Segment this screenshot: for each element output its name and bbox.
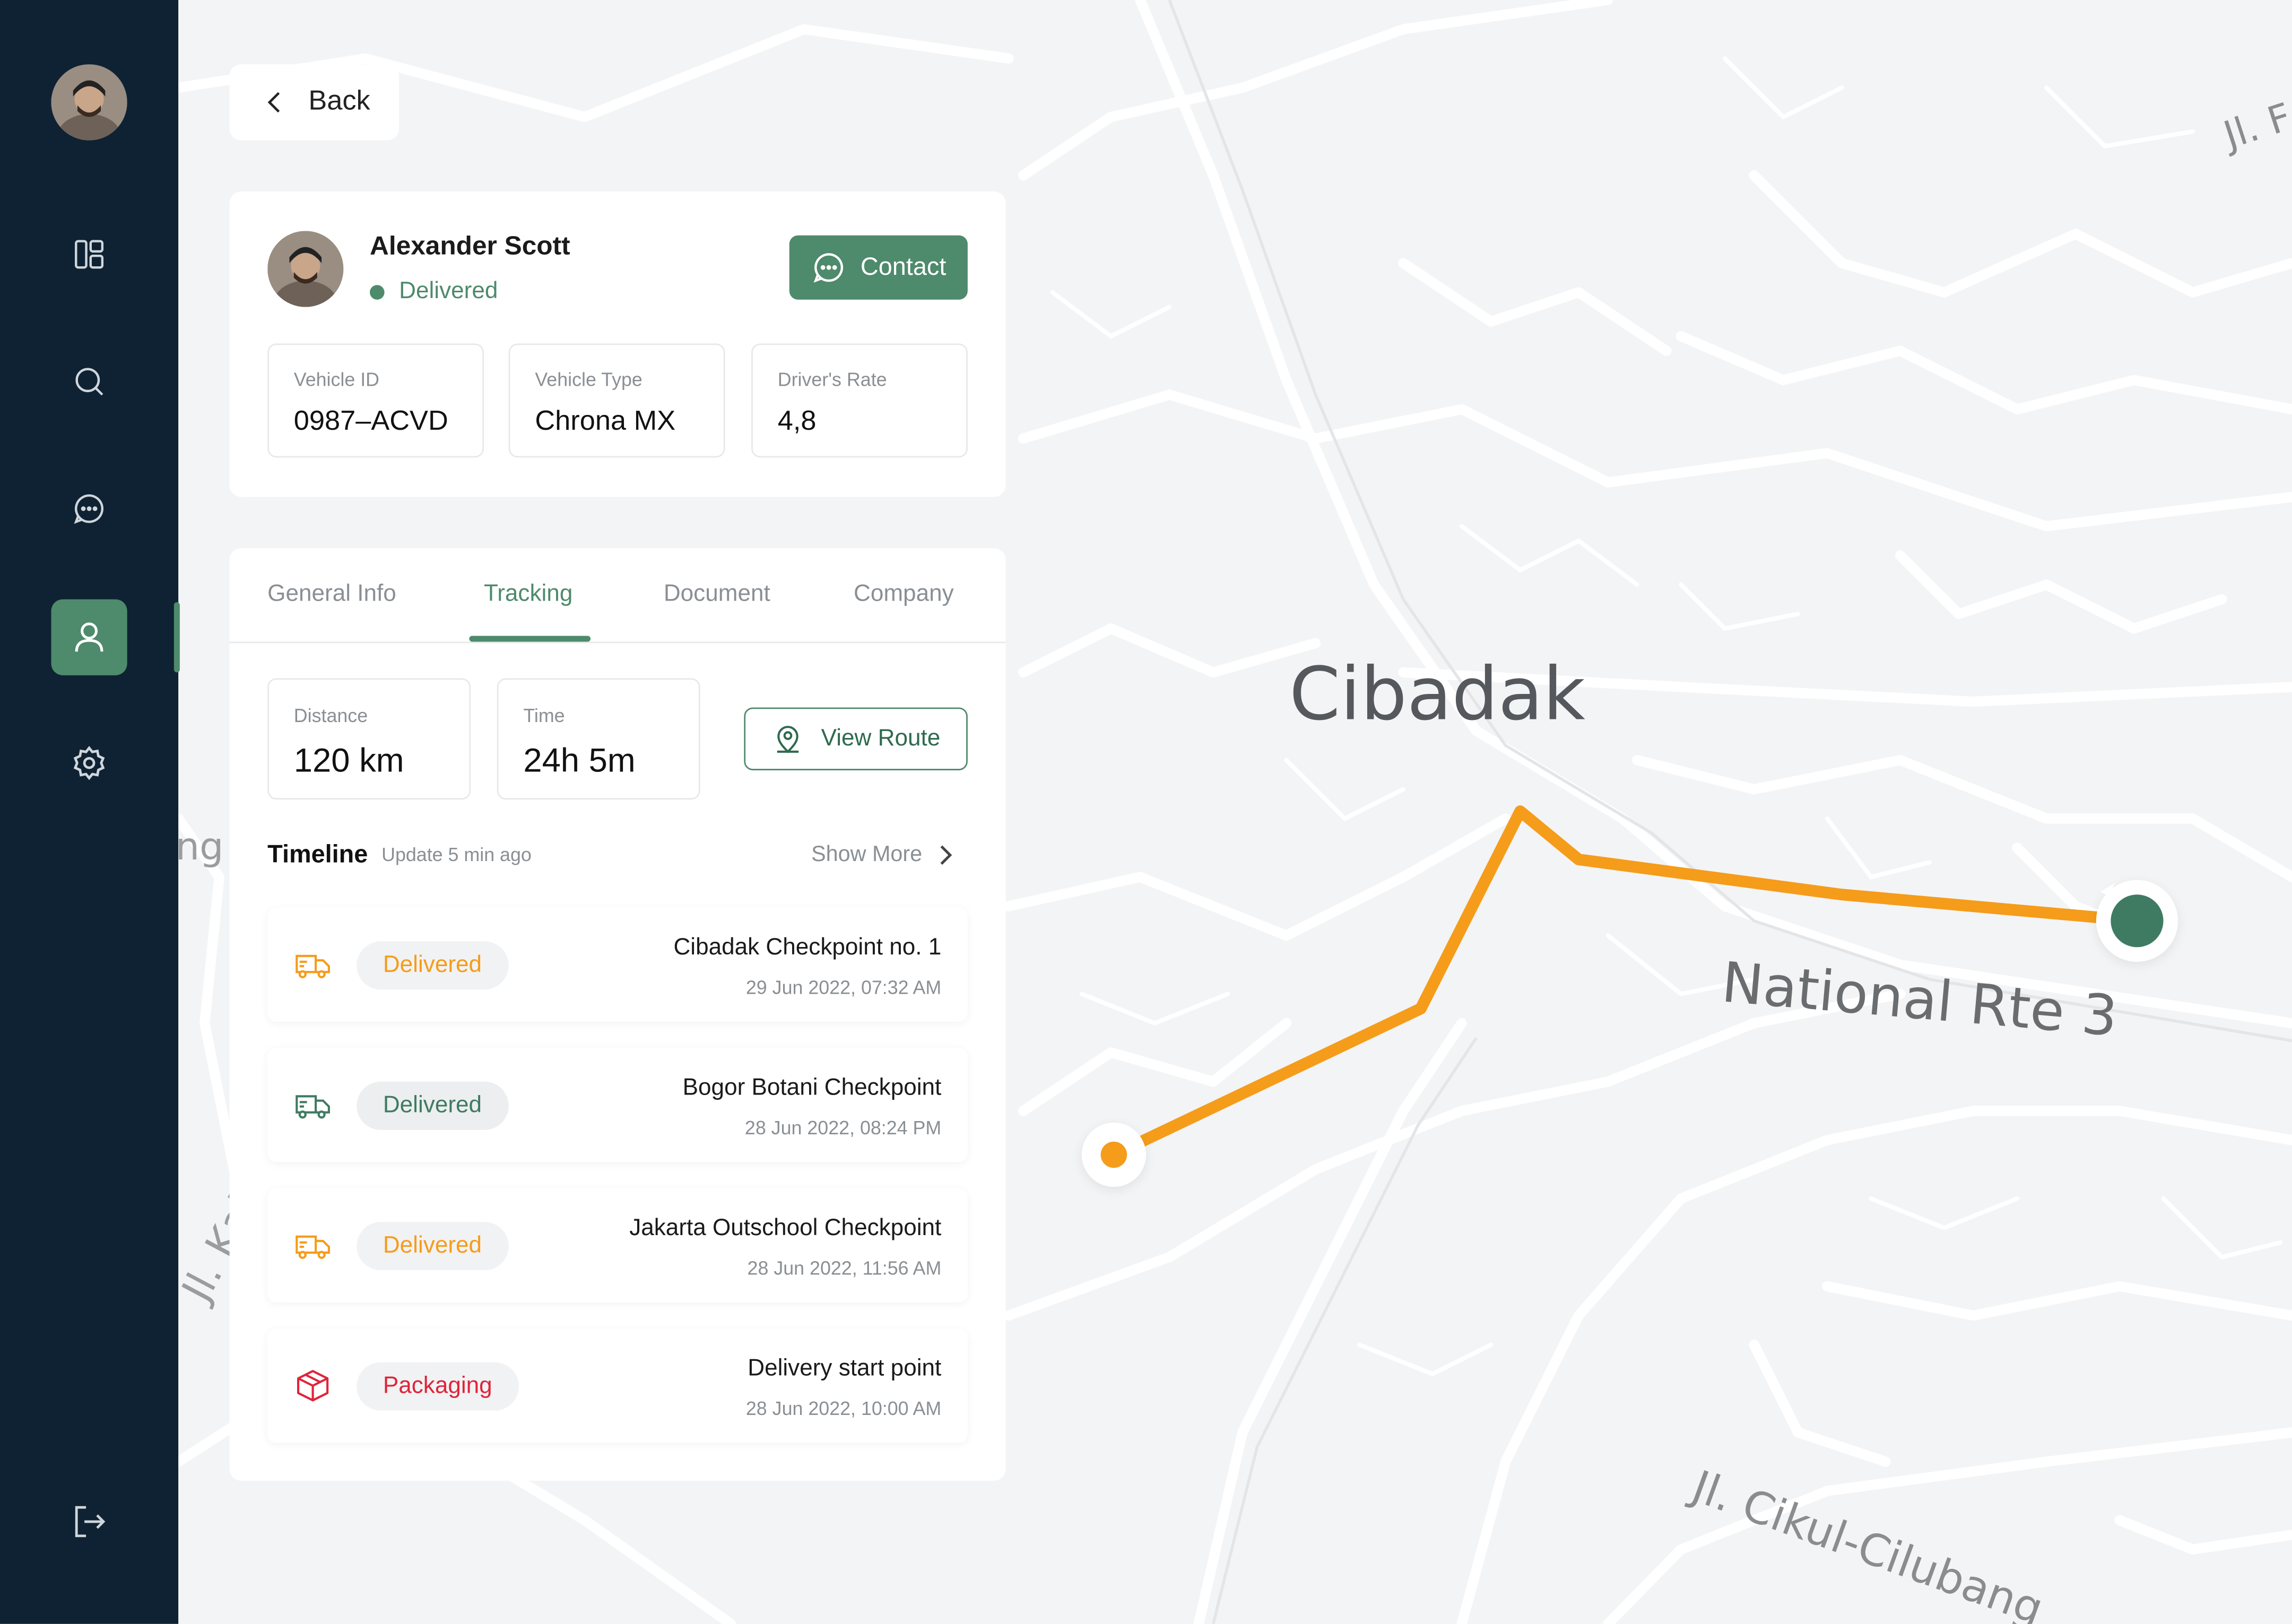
show-more-link[interactable]: Show More — [811, 842, 954, 867]
timeline-item[interactable]: Delivered Jakarta Outschool Checkpoint 2… — [267, 1188, 968, 1302]
status-badge: Delivered — [357, 1222, 508, 1271]
route-start-marker[interactable] — [1081, 1122, 1146, 1187]
checkpoint-name: Cibadak Checkpoint no. 1 — [673, 935, 942, 961]
app-screen: Cibadak National Rte 3 Jl. Cikul-Ciluban… — [0, 0, 2292, 1624]
checkpoint-name: Delivery start point — [748, 1356, 942, 1382]
checkpoint-date: 28 Jun 2022, 10:00 AM — [745, 1397, 942, 1420]
truck-icon — [296, 954, 330, 978]
logout-icon — [75, 1506, 106, 1538]
map-label-fragment-left: ng — [175, 826, 224, 870]
nav-search[interactable] — [51, 343, 127, 419]
timeline-update: Update 5 min ago — [381, 843, 532, 866]
back-label: Back — [308, 86, 370, 117]
driver-status-label: Delivered — [399, 279, 498, 305]
timeline-title: Timeline — [267, 840, 368, 869]
driver-card: Alexander Scott Delivered Contact Vehicl… — [229, 191, 1006, 497]
dashboard-icon — [75, 240, 104, 269]
gear-icon — [73, 745, 105, 780]
stat-vehicle-type: Vehicle Type Chrona MX — [508, 343, 725, 458]
contact-button[interactable]: Contact — [789, 235, 968, 300]
stat-label: Driver's Rate — [777, 368, 887, 390]
status-badge: Delivered — [357, 1081, 508, 1130]
vehicle-position-marker[interactable] — [2096, 880, 2178, 962]
sidebar — [0, 0, 180, 1624]
tab-tracking[interactable]: Tracking — [484, 582, 572, 609]
chevron-left-icon — [267, 92, 280, 113]
view-route-button[interactable]: View Route — [744, 707, 968, 770]
driver-status: Delivered — [370, 279, 498, 306]
contact-label: Contact — [860, 253, 947, 281]
driver-name: Alexander Scott — [370, 231, 570, 260]
nav-messages[interactable] — [51, 471, 127, 546]
stat-vehicle-id: Vehicle ID 0987–ACVD — [267, 343, 484, 458]
tab-document[interactable]: Document — [664, 582, 770, 609]
checkpoint-name: Jakarta Outschool Checkpoint — [629, 1216, 942, 1241]
package-box-icon — [297, 1370, 329, 1402]
nav-settings[interactable] — [51, 725, 127, 801]
chat-bubble-icon — [813, 253, 843, 283]
metric-label: Distance — [293, 704, 368, 727]
stat-label: Vehicle Type — [535, 368, 643, 390]
status-dot — [370, 285, 385, 300]
checkpoint-date: 29 Jun 2022, 07:32 AM — [745, 976, 942, 998]
tracking-card: General Info Tracking Document Company D… — [229, 548, 1006, 1481]
truck-icon — [296, 1095, 330, 1119]
map-pin-user-icon — [777, 725, 798, 753]
tab-bar: General Info Tracking Document Company — [229, 548, 1006, 644]
map-label-city: Cibadak — [1289, 652, 1585, 737]
tab-company[interactable]: Company — [854, 582, 954, 609]
show-more-label: Show More — [811, 841, 923, 867]
nav-logout[interactable] — [51, 1483, 127, 1559]
back-button[interactable]: Back — [229, 64, 400, 141]
metric-label: Time — [523, 704, 565, 727]
metric-value: 120 km — [293, 741, 404, 779]
truck-icon — [296, 1235, 330, 1259]
stat-value: Chrona MX — [535, 406, 676, 437]
user-avatar[interactable] — [51, 64, 127, 141]
chevron-right-icon — [940, 845, 952, 864]
metric-value: 24h 5m — [523, 741, 636, 779]
user-icon — [75, 622, 103, 652]
nav-dashboard[interactable] — [51, 216, 127, 292]
timeline-item[interactable]: Delivered Bogor Botani Checkpoint 28 Jun… — [267, 1048, 968, 1162]
driver-avatar — [267, 231, 344, 307]
metric-distance: Distance 120 km — [267, 678, 471, 800]
checkpoint-date: 28 Jun 2022, 08:24 PM — [744, 1116, 942, 1139]
active-nav-indicator — [173, 602, 180, 673]
status-badge: Delivered — [357, 941, 508, 990]
stat-driver-rate: Driver's Rate 4,8 — [751, 343, 968, 458]
view-route-label: View Route — [821, 725, 941, 751]
tab-general-info[interactable]: General Info — [267, 582, 396, 609]
status-badge: Packaging — [357, 1362, 519, 1411]
chat-icon — [74, 494, 103, 524]
checkpoint-name: Bogor Botani Checkpoint — [682, 1075, 942, 1101]
nav-drivers[interactable] — [51, 599, 127, 675]
checkpoint-date: 28 Jun 2022, 11:56 AM — [747, 1257, 942, 1279]
navigation-arrow-icon — [2100, 883, 2164, 948]
timeline-item[interactable]: Delivered Cibadak Checkpoint no. 1 29 Ju… — [267, 907, 968, 1022]
timeline-item[interactable]: Packaging Delivery start point 28 Jun 20… — [267, 1328, 968, 1443]
active-tab-underline — [469, 636, 591, 642]
stat-value: 0987–ACVD — [293, 406, 448, 437]
metric-time: Time 24h 5m — [497, 678, 700, 800]
stat-label: Vehicle ID — [293, 368, 380, 390]
search-icon — [75, 368, 103, 396]
stat-value: 4,8 — [777, 406, 817, 437]
